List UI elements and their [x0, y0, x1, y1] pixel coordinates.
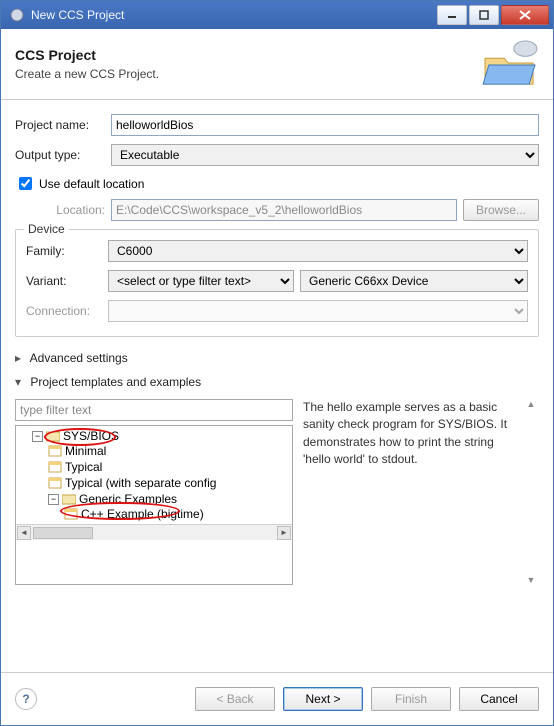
advanced-settings-label: Advanced settings: [30, 351, 128, 365]
tree-node-sysbios[interactable]: − SYS/BIOS: [32, 429, 292, 443]
app-icon: [9, 7, 25, 23]
template-icon: [48, 477, 62, 489]
project-name-input[interactable]: [111, 114, 539, 136]
family-select[interactable]: C6000: [108, 240, 528, 262]
location-label: Location:: [15, 203, 111, 217]
finish-button: Finish: [371, 687, 451, 711]
tree-item-typical[interactable]: Typical: [48, 460, 292, 474]
tree-item-cpp-example[interactable]: C++ Example (bigtime): [64, 507, 292, 521]
minimize-button[interactable]: [437, 5, 467, 25]
back-button: < Back: [195, 687, 275, 711]
template-filter-input[interactable]: [15, 399, 293, 421]
titlebar: New CCS Project: [1, 1, 553, 29]
templates-twisty[interactable]: [15, 375, 27, 389]
maximize-button[interactable]: [469, 5, 499, 25]
template-icon: [48, 445, 62, 457]
close-button[interactable]: [501, 5, 549, 25]
scroll-right-icon[interactable]: ►: [277, 526, 291, 540]
page-title: CCS Project: [15, 47, 481, 63]
template-description: The hello example serves as a basic sani…: [303, 399, 523, 585]
connection-select: [108, 300, 528, 322]
template-icon: [64, 508, 78, 520]
folder-node-icon: [62, 493, 76, 505]
tree-item-typical-separate[interactable]: Typical (with separate config: [48, 476, 292, 490]
scroll-thumb[interactable]: [33, 527, 93, 539]
next-button[interactable]: Next >: [283, 687, 363, 711]
advanced-settings-twisty[interactable]: [15, 351, 27, 365]
project-name-label: Project name:: [15, 118, 111, 132]
wizard-footer: ? < Back Next > Finish Cancel: [1, 672, 553, 725]
folder-icon: [481, 39, 539, 89]
page-subtitle: Create a new CCS Project.: [15, 67, 481, 81]
device-group: Device Family: C6000 Variant: <select or…: [15, 229, 539, 337]
variant-device-select[interactable]: Generic C66xx Device: [300, 270, 528, 292]
description-scrollbar[interactable]: ▲ ▼: [523, 399, 539, 585]
variant-label: Variant:: [26, 274, 108, 288]
scroll-left-icon[interactable]: ◄: [17, 526, 31, 540]
wizard-header: CCS Project Create a new CCS Project.: [1, 29, 553, 100]
variant-filter-select[interactable]: <select or type filter text>: [108, 270, 294, 292]
folder-node-icon: [46, 430, 60, 442]
tree-scrollbar[interactable]: ◄ ►: [16, 524, 292, 540]
templates-label: Project templates and examples: [30, 375, 201, 389]
browse-button: Browse...: [463, 199, 539, 221]
collapse-icon[interactable]: −: [48, 494, 59, 505]
scroll-down-icon[interactable]: ▼: [527, 575, 536, 585]
scroll-up-icon[interactable]: ▲: [527, 399, 536, 409]
collapse-icon[interactable]: −: [32, 431, 43, 442]
window-title: New CCS Project: [31, 8, 435, 22]
family-label: Family:: [26, 244, 108, 258]
help-button[interactable]: ?: [15, 688, 37, 710]
tree-node-generic-examples[interactable]: − Generic Examples: [48, 492, 292, 506]
cancel-button[interactable]: Cancel: [459, 687, 539, 711]
location-input: [111, 199, 457, 221]
use-default-location-checkbox[interactable]: [19, 177, 32, 190]
connection-label: Connection:: [26, 304, 108, 318]
tree-item-minimal[interactable]: Minimal: [48, 444, 292, 458]
template-icon: [48, 461, 62, 473]
output-type-label: Output type:: [15, 148, 111, 162]
device-legend: Device: [24, 222, 69, 236]
output-type-select[interactable]: Executable: [111, 144, 539, 166]
use-default-location-label: Use default location: [39, 177, 144, 191]
